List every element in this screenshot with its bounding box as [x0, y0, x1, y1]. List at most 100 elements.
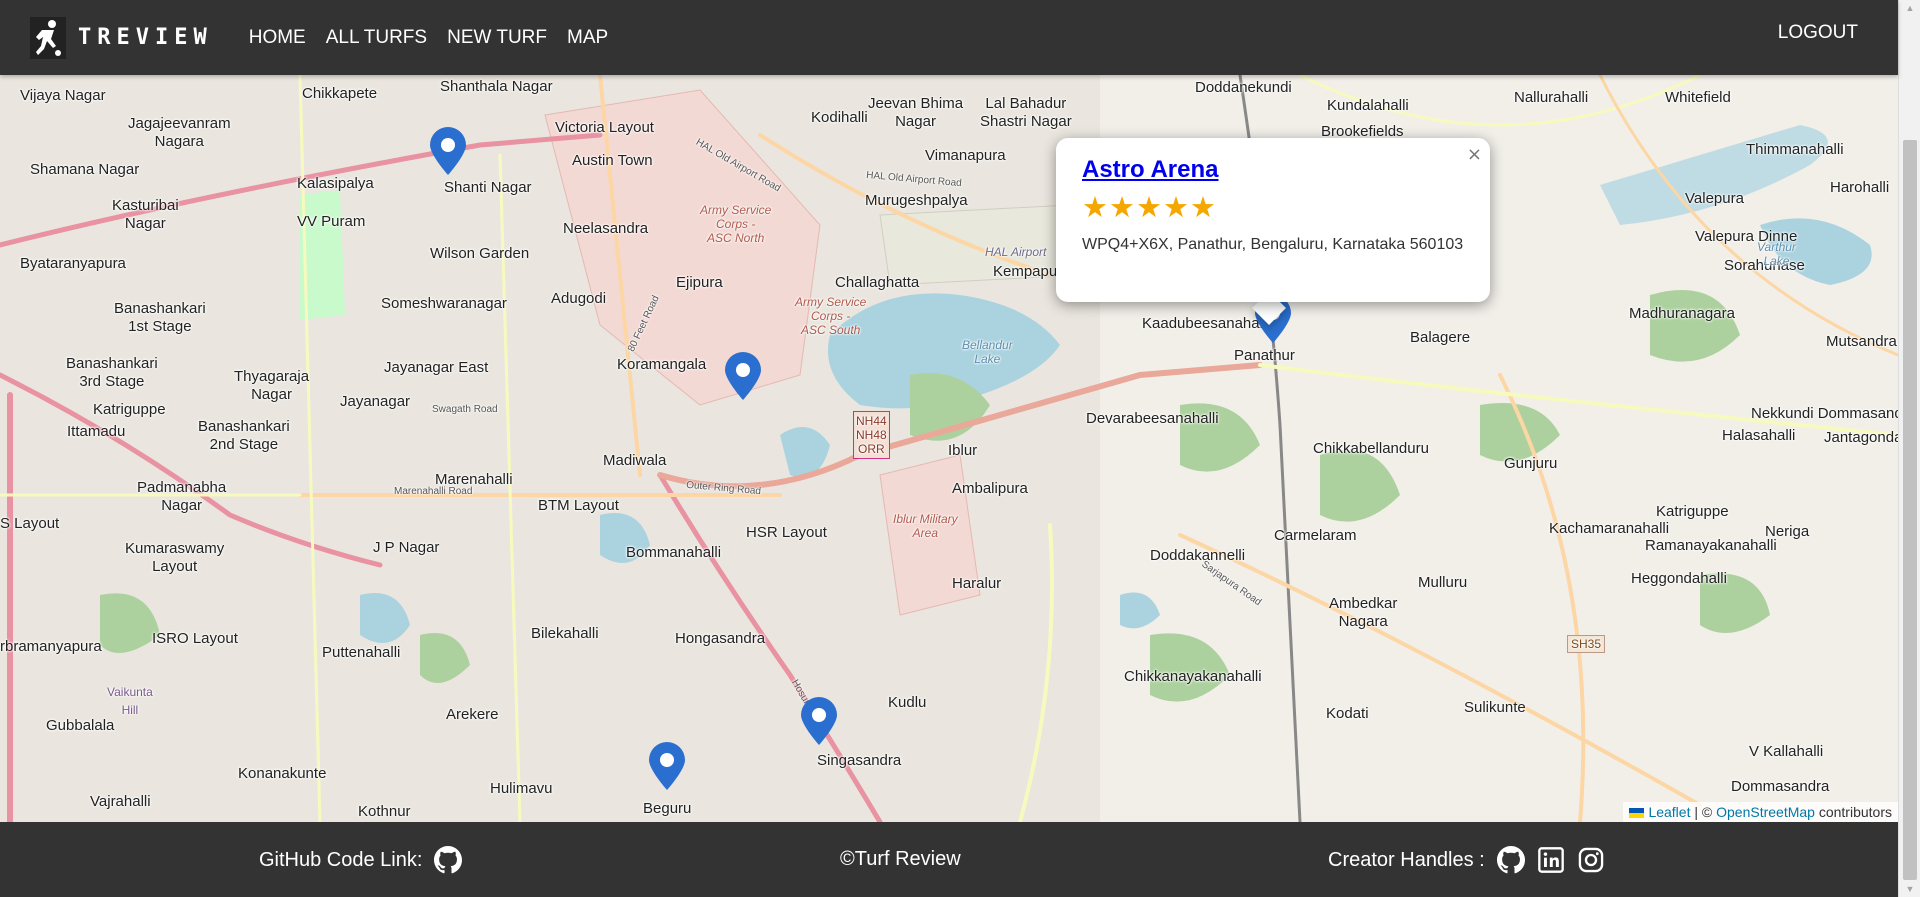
- place-label: Murugeshpalya: [865, 192, 968, 209]
- place-label: Bilekahalli: [531, 625, 599, 642]
- place-label: Chikkanayakanahalli: [1124, 668, 1262, 685]
- place-label: Chikkapete: [302, 85, 378, 102]
- logout-link[interactable]: LOGOUT: [1778, 22, 1858, 44]
- place-label: Beguru: [643, 800, 692, 817]
- nav-home[interactable]: HOME: [249, 27, 306, 49]
- road-label: Swagath Road: [432, 404, 498, 415]
- place-label: Thimmanahalli: [1746, 141, 1844, 158]
- place-label: Banashankari 2nd Stage: [198, 418, 290, 453]
- place-label: Kothnur: [358, 803, 411, 820]
- place-label: Jeevan Bhima Nagar: [868, 95, 964, 130]
- place-label: Ramanayakanahalli: [1645, 537, 1777, 554]
- place-label: Varthur Lake: [1757, 240, 1796, 268]
- place-label: Kudlu: [888, 694, 927, 711]
- scroll-down-icon[interactable]: ▼: [1899, 881, 1920, 897]
- scroll-thumb[interactable]: [1903, 140, 1917, 880]
- place-label: Shamana Nagar: [30, 161, 140, 178]
- instagram-icon[interactable]: [1577, 846, 1605, 874]
- place-label: Singasandra: [817, 752, 902, 769]
- place-label: Katriguppe: [93, 401, 166, 418]
- place-label: Jagajeevanram Nagara: [128, 115, 231, 150]
- place-label: Hongasandra: [675, 630, 766, 647]
- brand[interactable]: TREVIEW: [30, 0, 213, 75]
- place-label: Vijaya Nagar: [20, 87, 106, 104]
- place-label: Mutsandra: [1826, 333, 1897, 350]
- place-label: Kodihalli: [811, 109, 868, 126]
- place-label: Iblur Military Area: [893, 512, 958, 540]
- linkedin-icon[interactable]: [1537, 846, 1565, 874]
- place-label: BTM Layout: [538, 497, 619, 514]
- place-label: Kundalahalli: [1327, 97, 1409, 114]
- place-label: Banashankari 3rd Stage: [66, 355, 158, 390]
- place-label: HAL Airport: [985, 245, 1047, 259]
- github-icon[interactable]: [1496, 846, 1525, 874]
- turf-marker-pin[interactable]: [428, 127, 468, 177]
- place-label: Vimanapura: [925, 147, 1006, 164]
- place-label: Shanti Nagar: [444, 179, 532, 196]
- place-label: Doddakannelli: [1150, 547, 1246, 564]
- place-label: Victoria Layout: [555, 119, 654, 136]
- leaflet-link[interactable]: Leaflet: [1648, 804, 1690, 820]
- turf-marker-pin[interactable]: [647, 742, 687, 792]
- nav-links: HOME ALL TURFS NEW TURF MAP: [239, 27, 618, 49]
- place-label: Katriguppe: [1656, 503, 1729, 520]
- place-label: Thyagaraja Nagar: [234, 368, 310, 403]
- nav-all-turfs[interactable]: ALL TURFS: [326, 27, 427, 49]
- popup-turf-title-link[interactable]: Astro Arena: [1082, 156, 1218, 184]
- place-label: Dommasandra: [1731, 778, 1830, 795]
- creator-handles-group: Creator Handles :: [1328, 846, 1605, 874]
- ukraine-flag-icon: [1629, 808, 1645, 818]
- place-label: Sulikunte: [1464, 699, 1526, 716]
- place-label: Jayanagar East: [384, 359, 489, 376]
- place-label: Byataranyapura: [20, 255, 126, 272]
- place-label: Shanthala Nagar: [440, 78, 553, 95]
- turf-marker-pin[interactable]: [723, 352, 763, 402]
- attribution-suffix: contributors: [1818, 804, 1892, 820]
- osm-link[interactable]: OpenStreetMap: [1716, 804, 1815, 820]
- place-label: Vaikunta Hill: [107, 685, 153, 717]
- place-label: Iblur: [948, 442, 978, 459]
- place-label: Harohalli: [1830, 179, 1890, 196]
- place-label: Padmanabha Nagar: [137, 479, 227, 514]
- place-label: Halasahalli: [1722, 427, 1796, 444]
- place-label: Vajrahalli: [90, 793, 151, 810]
- turf-marker-pin[interactable]: [799, 697, 839, 747]
- place-label: Carmelaram: [1274, 527, 1357, 544]
- place-label: Doddanekundi: [1195, 79, 1292, 96]
- nav-map[interactable]: MAP: [567, 27, 608, 49]
- brand-name: TREVIEW: [78, 25, 213, 50]
- place-label: NH44 NH48 ORR: [853, 411, 890, 459]
- map-attribution: Leaflet | © OpenStreetMap contributors: [1623, 802, 1898, 822]
- place-label: Someshwaranagar: [381, 295, 507, 312]
- place-label: Kalasipalya: [297, 175, 374, 192]
- place-label: Army Service Corps - ASC North: [700, 203, 772, 245]
- turf-popup: × Astro Arena ★★★★★ WPQ4+X6X, Panathur, …: [1056, 138, 1490, 302]
- place-label: Balagere: [1410, 329, 1471, 346]
- attribution-separator: | ©: [1694, 804, 1713, 820]
- github-icon[interactable]: [434, 846, 463, 874]
- place-label: Nallurahalli: [1514, 89, 1589, 106]
- place-label: Gubbalala: [46, 717, 115, 734]
- place-label: Madiwala: [603, 452, 667, 469]
- place-label: Kaadubeesanahalli: [1142, 315, 1270, 332]
- place-label: J P Nagar: [373, 539, 440, 556]
- popup-close-button[interactable]: ×: [1467, 144, 1482, 165]
- place-label: Kasturibai Nagar: [112, 197, 179, 232]
- place-label: Neelasandra: [563, 220, 649, 237]
- place-label: Adugodi: [551, 290, 607, 307]
- scroll-up-icon[interactable]: ▲: [1899, 0, 1920, 16]
- road-label: Marenahalli Road: [394, 486, 473, 497]
- copyright-text: ©Turf Review: [840, 848, 961, 870]
- map[interactable]: Vijaya Nagar Chikkapete Shanthala Nagar …: [0, 75, 1898, 822]
- place-label: Lal Bahadur Shastri Nagar: [980, 95, 1072, 130]
- github-code-link-group: GitHub Code Link:: [259, 846, 463, 874]
- place-label: Kodati: [1326, 705, 1369, 722]
- creator-handles-label: Creator Handles :: [1328, 848, 1485, 871]
- place-label: Kachamaranahalli: [1549, 520, 1670, 537]
- place-label: Koramangala: [617, 356, 707, 373]
- place-label: ISRO Layout: [152, 630, 238, 647]
- place-label: Wilson Garden: [430, 245, 530, 262]
- nav-new-turf[interactable]: NEW TURF: [447, 27, 547, 49]
- page-scrollbar[interactable]: ▲ ▼: [1898, 0, 1920, 897]
- place-label: Mulluru: [1418, 574, 1468, 591]
